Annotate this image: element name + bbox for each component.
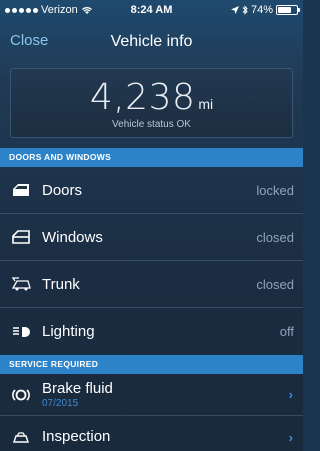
- carrier-label: Verizon: [41, 4, 78, 16]
- row-value-trunk: closed: [256, 276, 294, 292]
- status-right: 74%: [188, 4, 300, 16]
- wifi-icon: [81, 6, 92, 14]
- odometer-card: 4,238 mi Vehicle status OK: [10, 68, 293, 138]
- trunk-icon: [0, 277, 42, 291]
- row-inspection[interactable]: Inspection ›: [0, 416, 303, 451]
- row-label-windows: Windows: [42, 228, 103, 246]
- inspection-texts: Inspection: [42, 428, 289, 446]
- vehicle-status-text: Vehicle status OK: [112, 119, 191, 130]
- close-button[interactable]: Close: [10, 32, 48, 49]
- row-value-lighting: off: [279, 324, 294, 339]
- row-label-doors: Doors: [42, 181, 83, 199]
- door-icon: [0, 183, 42, 197]
- brake-fluid-texts: Brake fluid 07/2015: [42, 380, 289, 410]
- location-arrow-icon: [230, 6, 239, 14]
- row-brake-fluid[interactable]: Brake fluid 07/2015 ›: [0, 374, 303, 416]
- status-bar: Verizon 8:24 AM 74%: [0, 0, 303, 20]
- window-icon: [0, 230, 42, 244]
- row-lighting[interactable]: Lighting off: [0, 308, 303, 355]
- chevron-right-icon: ›: [288, 429, 293, 445]
- bluetooth-icon: [242, 5, 248, 15]
- row-value-windows: closed: [256, 229, 294, 245]
- inspection-icon: [0, 430, 42, 444]
- odometer-row: 4,238 mi: [11, 77, 292, 118]
- row-label-inspection: Inspection: [42, 428, 111, 445]
- brake-icon: [0, 388, 42, 402]
- chevron-right-icon: ›: [288, 387, 293, 402]
- row-trunk[interactable]: Trunk closed: [0, 261, 303, 308]
- signal-dots-icon: [5, 7, 38, 13]
- nav-bar: Close Vehicle info: [0, 20, 303, 64]
- status-time: 8:24 AM: [130, 4, 173, 16]
- vehicle-info-screen: Verizon 8:24 AM 74% Close Vehicle info 4…: [0, 0, 303, 451]
- section-header-doors-windows: DOORS AND WINDOWS: [0, 148, 303, 167]
- battery-percent: 74%: [250, 4, 273, 16]
- row-value-doors: locked: [256, 182, 294, 198]
- section-header-service: SERVICE REQUIRED: [0, 355, 303, 374]
- row-doors[interactable]: Doors locked: [0, 167, 303, 214]
- page-title: Vehicle info: [110, 33, 193, 50]
- status-left: Verizon: [5, 4, 115, 16]
- light-icon: [0, 326, 42, 338]
- row-label-lighting: Lighting: [42, 323, 95, 340]
- battery-icon: [276, 5, 300, 15]
- row-windows[interactable]: Windows closed: [0, 214, 303, 261]
- odometer-value: 4,238: [89, 77, 196, 118]
- row-date-brake-fluid: 07/2015: [42, 397, 79, 409]
- row-label-brake-fluid: Brake fluid: [42, 379, 113, 397]
- row-label-trunk: Trunk: [42, 275, 80, 293]
- odometer-unit: mi: [198, 96, 214, 112]
